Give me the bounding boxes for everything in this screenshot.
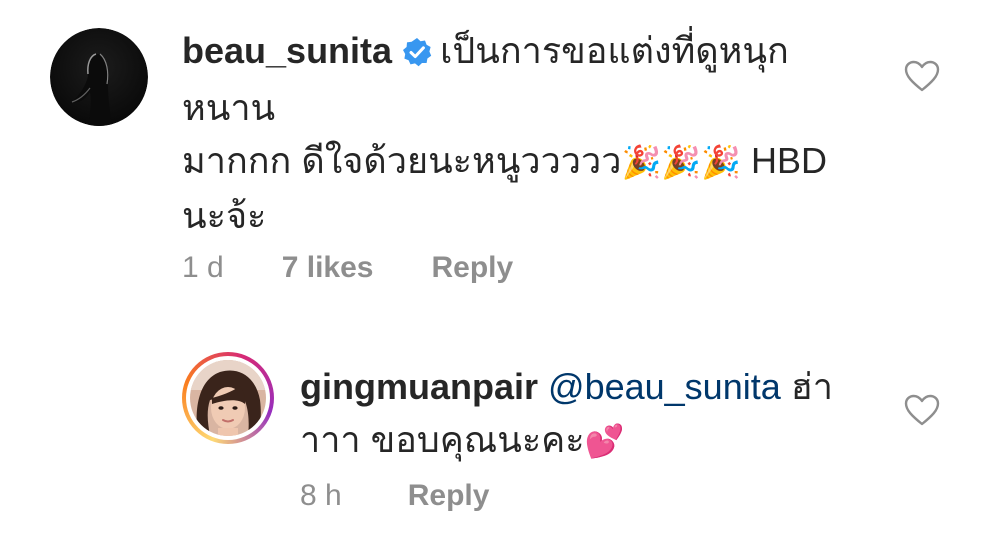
likes-count[interactable]: 7 likes — [282, 251, 374, 285]
comment-text-line4: นะจ้ะ — [182, 195, 267, 236]
comment-text-line3-tail: HBD — [740, 140, 827, 181]
comment-text-line1: เป็นการขอแต่งที่ดูหนุก — [440, 30, 789, 71]
reply-text: gingmuanpair @beau_sunita ฮ่า าาา ขอบคุณ… — [300, 360, 900, 468]
comment-username[interactable]: beau_sunita — [182, 30, 392, 71]
comment-timestamp: 1 d — [182, 251, 224, 284]
avatar-silhouette-image — [50, 28, 148, 126]
avatar-photo-image — [190, 360, 266, 436]
avatar[interactable] — [50, 28, 148, 126]
reply-button[interactable]: Reply — [408, 479, 490, 513]
reply-meta: 8 h Reply — [300, 478, 489, 514]
heart-outline-icon[interactable] — [904, 60, 940, 92]
avatar[interactable] — [190, 360, 266, 436]
comment-gingmuanpair: gingmuanpair @beau_sunita ฮ่า าาา ขอบคุณ… — [0, 330, 1000, 537]
reply-text-line1: ฮ่า — [780, 366, 833, 407]
comment-text-line2: หนาน — [182, 87, 276, 128]
verified-badge-icon — [402, 28, 432, 81]
reply-text-line2: าาา ขอบคุณนะคะ — [300, 419, 585, 460]
party-popper-emoji: 🎉🎉🎉 — [621, 144, 741, 180]
story-ring[interactable] — [182, 352, 274, 444]
two-hearts-emoji: 💕 — [584, 423, 625, 459]
comment-text-line3: มากกก ดีใจด้วยนะหนูววววว — [182, 140, 622, 181]
comment-meta: 1 d 7 likes Reply — [182, 250, 513, 286]
reply-timestamp: 8 h — [300, 479, 342, 512]
heart-outline-icon[interactable] — [904, 394, 940, 426]
mention-link[interactable]: @beau_sunita — [548, 366, 781, 407]
comment-text: beau_sunita เป็นการขอแต่งที่ดูหนุก หนาน ม… — [182, 24, 902, 242]
reply-username[interactable]: gingmuanpair — [300, 366, 538, 407]
reply-button[interactable]: Reply — [431, 251, 513, 285]
comment-beau-sunita: beau_sunita เป็นการขอแต่งที่ดูหนุก หนาน ม… — [0, 0, 1000, 300]
